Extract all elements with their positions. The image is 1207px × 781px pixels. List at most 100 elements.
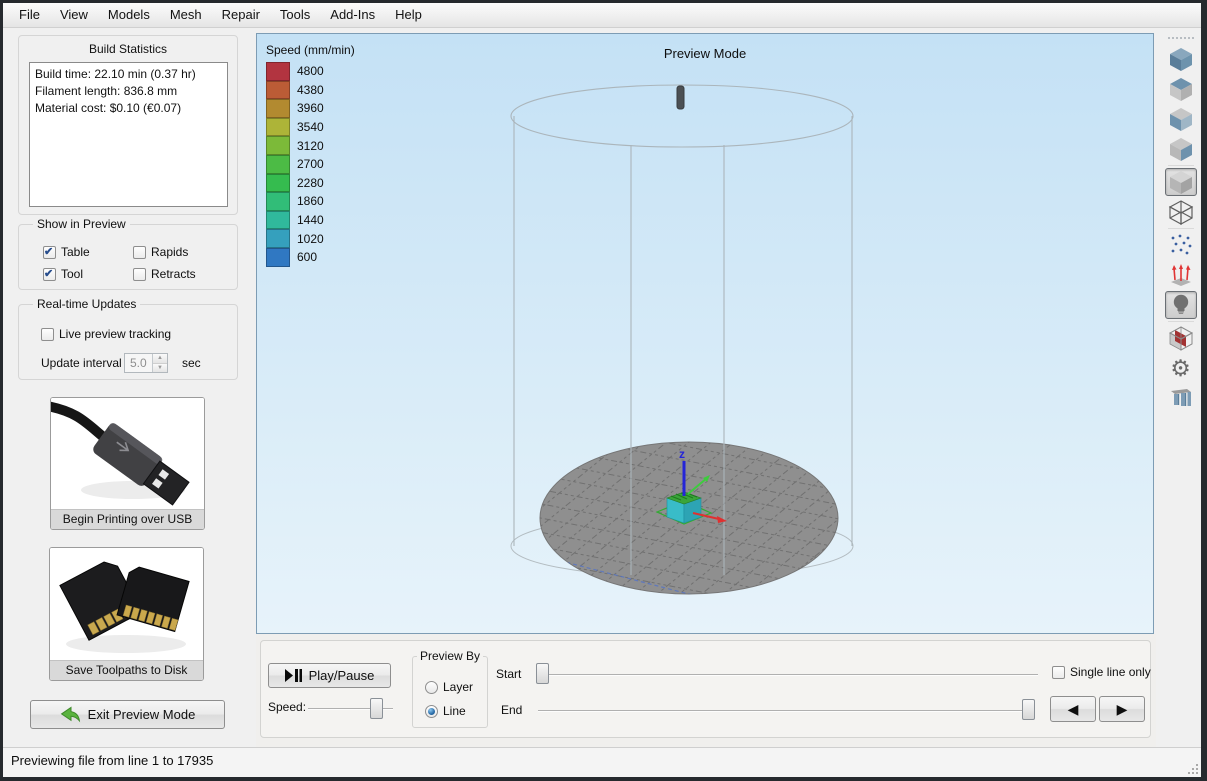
- update-interval-unit: sec: [182, 356, 201, 370]
- single-line-checkbox[interactable]: [1052, 666, 1065, 679]
- line-radio-label: Line: [443, 704, 466, 718]
- cross-section-icon[interactable]: [1165, 324, 1197, 352]
- build-volume-scene[interactable]: z: [257, 34, 1155, 635]
- start-slider-track[interactable]: [538, 674, 1038, 676]
- preview-mode-title: Preview Mode: [257, 46, 1153, 61]
- show-in-preview-title: Show in Preview: [33, 217, 130, 231]
- build-statistics-box: Build time: 22.10 min (0.37 hr) Filament…: [29, 62, 228, 207]
- toolbar-separator: [1168, 321, 1194, 322]
- menu-item-models[interactable]: Models: [98, 3, 160, 27]
- play-pause-button[interactable]: Play/Pause: [268, 663, 391, 688]
- live-preview-row[interactable]: Live preview tracking: [41, 327, 171, 341]
- app-frame: FileViewModelsMeshRepairToolsAdd-InsHelp…: [3, 3, 1201, 777]
- usb-button-label: Begin Printing over USB: [51, 509, 204, 529]
- legend-value: 3540: [297, 120, 324, 134]
- end-slider-track[interactable]: [538, 710, 1035, 712]
- line-radio-row[interactable]: Line: [425, 704, 466, 718]
- menu-item-tools[interactable]: Tools: [270, 3, 320, 27]
- table-checkbox[interactable]: [43, 246, 56, 259]
- legend-entry: 1860: [266, 192, 355, 211]
- wireframe-view-icon[interactable]: [1165, 198, 1197, 226]
- spin-down-icon[interactable]: ▼: [153, 364, 167, 373]
- menu-item-addins[interactable]: Add-Ins: [320, 3, 385, 27]
- step-forward-button[interactable]: ▶: [1099, 696, 1145, 722]
- table-checkbox-row[interactable]: Table: [43, 245, 90, 259]
- stat-filament-length: Filament length: 836.8 mm: [35, 83, 222, 100]
- settings-gear-icon[interactable]: ⚙: [1165, 354, 1197, 382]
- layer-radio[interactable]: [425, 681, 438, 694]
- legend-entry: 600: [266, 248, 355, 267]
- retracts-checkbox[interactable]: [133, 268, 146, 281]
- update-interval-spinner[interactable]: 5.0 ▲ ▼: [124, 353, 168, 373]
- menu-item-view[interactable]: View: [50, 3, 98, 27]
- end-slider-thumb[interactable]: [1022, 699, 1035, 720]
- update-interval-spin-buttons[interactable]: ▲ ▼: [152, 354, 167, 372]
- legend-entry: 1440: [266, 211, 355, 230]
- single-line-row[interactable]: Single line only: [1052, 665, 1151, 679]
- menu-item-mesh[interactable]: Mesh: [160, 3, 212, 27]
- speed-legend-rows: 4800438039603540312027002280186014401020…: [266, 62, 355, 267]
- view-side-cube-icon[interactable]: [1165, 135, 1197, 163]
- start-slider-thumb[interactable]: [536, 663, 549, 684]
- menu-item-file[interactable]: File: [9, 3, 50, 27]
- step-backward-button[interactable]: ◀: [1050, 696, 1096, 722]
- legend-entry: 2700: [266, 155, 355, 174]
- play-pause-icon: [285, 669, 302, 682]
- legend-color-swatch: [266, 136, 290, 155]
- legend-color-swatch: [266, 248, 290, 267]
- support-structures-icon[interactable]: [1165, 384, 1197, 412]
- toolbar-drag-handle[interactable]: [1160, 33, 1201, 43]
- preview-by-title: Preview By: [417, 649, 483, 663]
- single-line-label: Single line only: [1070, 665, 1151, 679]
- rapids-checkbox-label: Rapids: [151, 245, 188, 259]
- legend-color-swatch: [266, 118, 290, 137]
- view-default-cube-icon[interactable]: [1165, 45, 1197, 73]
- exit-preview-button[interactable]: Exit Preview Mode: [30, 700, 225, 729]
- view-toolbar: ⚙: [1160, 33, 1201, 747]
- tool-checkbox-row[interactable]: Tool: [43, 267, 83, 281]
- stat-material-cost: Material cost: $0.10 (€0.07): [35, 100, 222, 117]
- shaded-view-bulb-icon[interactable]: [1165, 291, 1197, 319]
- legend-entry: 2280: [266, 174, 355, 193]
- show-in-preview-group: Show in Preview Table Rapids Tool Retrac…: [18, 224, 238, 290]
- table-checkbox-label: Table: [61, 245, 90, 259]
- rapids-checkbox[interactable]: [133, 246, 146, 259]
- save-toolpaths-button[interactable]: Save Toolpaths to Disk: [49, 547, 204, 681]
- z-axis-label: z: [679, 447, 685, 461]
- menu-item-help[interactable]: Help: [385, 3, 432, 27]
- realtime-updates-group: Real-time Updates Live preview tracking …: [18, 304, 238, 380]
- spin-up-icon[interactable]: ▲: [153, 354, 167, 364]
- app-window: FileViewModelsMeshRepairToolsAdd-InsHelp…: [0, 0, 1207, 781]
- backward-arrow-icon: ◀: [1068, 701, 1079, 718]
- 3d-preview-viewport[interactable]: Preview Mode Speed (mm/min) 480043803960…: [256, 33, 1154, 634]
- rapids-checkbox-row[interactable]: Rapids: [133, 245, 188, 259]
- view-perspective-cube-icon[interactable]: [1165, 168, 1197, 196]
- speed-legend: Speed (mm/min) 4800438039603540312027002…: [266, 43, 355, 267]
- legend-value: 3960: [297, 101, 324, 115]
- point-view-icon[interactable]: [1165, 231, 1197, 259]
- retracts-checkbox-row[interactable]: Retracts: [133, 267, 196, 281]
- view-top-cube-icon[interactable]: [1165, 75, 1197, 103]
- tool-checkbox[interactable]: [43, 268, 56, 281]
- view-front-cube-icon[interactable]: [1165, 105, 1197, 133]
- legend-color-swatch: [266, 229, 290, 248]
- layer-radio-row[interactable]: Layer: [425, 680, 473, 694]
- speed-slider-thumb[interactable]: [370, 698, 383, 719]
- line-radio[interactable]: [425, 705, 438, 718]
- surface-normals-icon[interactable]: [1165, 261, 1197, 289]
- green-back-arrow-icon: [60, 706, 81, 723]
- legend-entry: 3120: [266, 136, 355, 155]
- legend-color-swatch: [266, 192, 290, 211]
- resize-grip[interactable]: [1185, 761, 1198, 774]
- legend-value: 4380: [297, 83, 324, 97]
- menu-item-repair[interactable]: Repair: [212, 3, 270, 27]
- legend-color-swatch: [266, 211, 290, 230]
- extruder-tool: [677, 86, 684, 109]
- legend-entry: 3960: [266, 99, 355, 118]
- legend-color-swatch: [266, 99, 290, 118]
- begin-printing-usb-button[interactable]: Begin Printing over USB: [50, 397, 205, 530]
- forward-arrow-icon: ▶: [1117, 701, 1128, 718]
- update-interval-label: Update interval: [41, 356, 122, 370]
- live-preview-checkbox[interactable]: [41, 328, 54, 341]
- legend-entry: 4380: [266, 81, 355, 100]
